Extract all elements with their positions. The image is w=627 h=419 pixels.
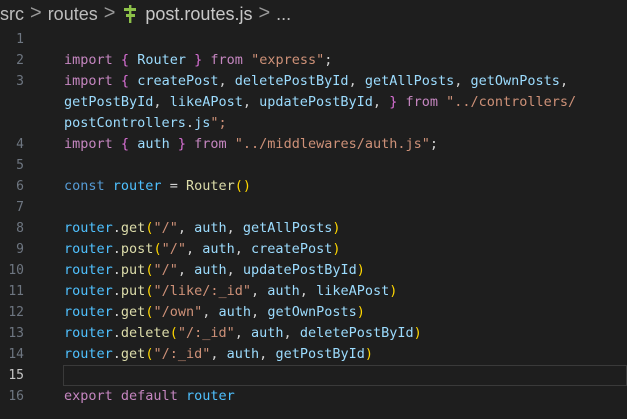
line-number: 1 — [16, 32, 24, 47]
code-text: import { Router } from "express"; — [64, 52, 333, 68]
breadcrumb-item-routes[interactable]: routes — [48, 4, 98, 25]
breadcrumb-item-src[interactable]: src — [0, 4, 24, 25]
code-line[interactable]: 10 router.put("/", auth, updatePostById) — [0, 260, 627, 281]
line-number: 10 — [8, 263, 24, 278]
line-number: 15 — [8, 368, 24, 383]
code-line[interactable]: 12 router.get("/own", auth, getOwnPosts) — [0, 302, 627, 323]
line-number: 2 — [16, 53, 24, 68]
breadcrumb-item-file[interactable]: post.routes.js — [145, 4, 252, 25]
code-line[interactable]: postControllers.js"; — [0, 113, 627, 134]
code-text: getPostById, likeAPost, updatePostById, … — [64, 94, 577, 110]
code-text: import { createPost, deletePostById, get… — [64, 73, 569, 89]
code-line[interactable]: 1 — [0, 29, 627, 50]
code-line[interactable]: 7 — [0, 197, 627, 218]
code-text: router.put("/like/:_id", auth, likeAPost… — [64, 283, 398, 299]
line-number: 14 — [8, 347, 24, 362]
code-line[interactable]: 13 router.delete("/:_id", auth, deletePos… — [0, 323, 627, 344]
code-text: router.delete("/:_id", auth, deletePostB… — [64, 325, 422, 341]
code-text: postControllers.js"; — [64, 115, 227, 131]
code-area[interactable]: 1 2 import { Router } from "express"; 3 impo… — [0, 29, 627, 407]
current-line-highlight — [63, 365, 627, 386]
code-line[interactable]: 8 router.get("/", auth, getAllPosts) — [0, 218, 627, 239]
code-line[interactable]: 5 — [0, 155, 627, 176]
code-text: import { auth } from "../middlewares/aut… — [64, 136, 439, 152]
code-line[interactable]: 2 import { Router } from "express"; — [0, 50, 627, 71]
code-line[interactable]: getPostById, likeAPost, updatePostById, … — [0, 92, 627, 113]
line-number: 12 — [8, 305, 24, 320]
line-number: 9 — [16, 242, 24, 257]
breadcrumb-separator: > — [30, 1, 42, 24]
breadcrumb-separator: > — [103, 1, 116, 24]
code-line[interactable]: 6 const router = Router() — [0, 176, 627, 197]
line-number: 11 — [8, 284, 24, 299]
code-line[interactable]: 11 router.put("/like/:_id", auth, likeAPo… — [0, 281, 627, 302]
code-line[interactable]: 16 export default router — [0, 386, 627, 407]
breadcrumb-separator: > — [258, 1, 271, 24]
code-text: router.get("/own", auth, getOwnPosts) — [64, 304, 365, 320]
line-number: 5 — [16, 158, 24, 173]
code-line[interactable]: 3 import { createPost, deletePostById, ge… — [0, 71, 627, 92]
code-line[interactable]: 4 import { auth } from "../middlewares/au… — [0, 134, 627, 155]
code-line[interactable]: 9 router.post("/", auth, createPost) — [0, 239, 627, 260]
line-number: 16 — [8, 389, 24, 404]
code-line[interactable]: 14 router.get("/:_id", auth, getPostById) — [0, 344, 627, 365]
code-text: router.get("/:_id", auth, getPostById) — [64, 346, 373, 362]
code-text: const router = Router() — [64, 178, 252, 194]
line-number: 8 — [16, 221, 24, 236]
line-number: 3 — [16, 74, 24, 89]
breadcrumb-item-more[interactable]: ... — [276, 4, 291, 25]
breadcrumb: src > routes > post.routes.js > ... — [0, 0, 627, 28]
code-text: router.put("/", auth, updatePostById) — [64, 262, 365, 278]
line-number: 7 — [16, 200, 24, 215]
code-text: router.get("/", auth, getAllPosts) — [64, 220, 341, 236]
line-number: 6 — [16, 179, 24, 194]
code-line[interactable]: 15 — [0, 365, 627, 386]
code-text: export default router — [64, 388, 235, 404]
code-text: router.post("/", auth, createPost) — [64, 241, 341, 257]
line-number: 4 — [16, 137, 24, 152]
line-number: 13 — [8, 326, 24, 341]
code-editor[interactable]: src > routes > post.routes.js > ... 1 2 im… — [0, 0, 627, 419]
routes-file-icon — [124, 5, 137, 23]
